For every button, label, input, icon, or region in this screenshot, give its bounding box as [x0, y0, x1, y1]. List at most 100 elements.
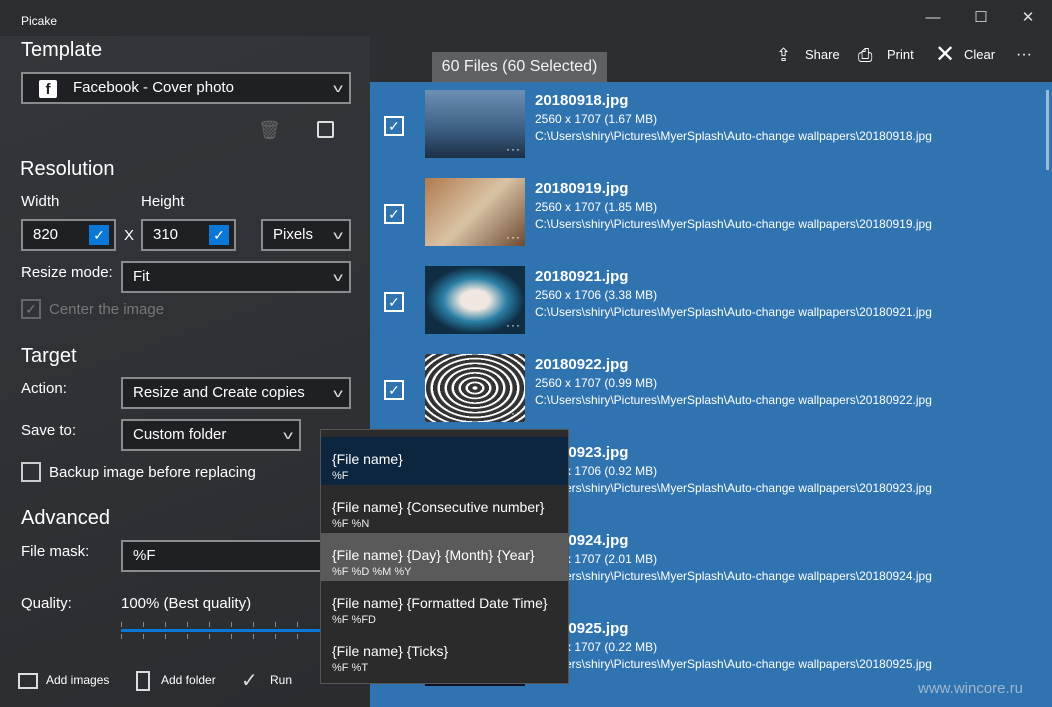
file-dimensions: 2560 x 1707 (0.99 MB) — [535, 376, 658, 390]
close-button[interactable]: ✕ — [1005, 6, 1051, 30]
file-list-item[interactable]: ✓ ··· 20180919.jpg 2560 x 1707 (1.85 MB)… — [370, 178, 1052, 266]
file-dimensions: 2560 x 1706 (3.38 MB) — [535, 288, 658, 302]
mask-code: %F — [332, 470, 349, 482]
title-bar — [0, 0, 1052, 36]
file-select-checkbox[interactable]: ✓ — [384, 116, 404, 136]
share-button[interactable]: Share — [805, 44, 840, 66]
file-name: 20180918.jpg — [535, 92, 629, 109]
chevron-down-icon: v — [333, 228, 343, 242]
delete-template-icon[interactable]: 🗑 — [258, 120, 281, 141]
resize-mode-value: Fit — [133, 268, 150, 285]
facebook-icon: f — [39, 80, 57, 98]
print-icon: ⎙ — [858, 45, 873, 65]
chevron-down-icon: v — [283, 428, 293, 442]
mask-menu-item[interactable]: {File name} {Formatted Date Time} %F %FD — [321, 581, 568, 629]
mask-title: {File name} — [332, 451, 403, 467]
scrollbar[interactable] — [1046, 90, 1049, 170]
save-to-label: Save to: — [21, 422, 77, 439]
file-select-checkbox[interactable]: ✓ — [384, 292, 404, 312]
template-dropdown[interactable]: f Facebook - Cover photo v — [21, 72, 351, 104]
more-icon[interactable]: ··· — [506, 318, 521, 332]
backup-label: Backup image before replacing — [49, 464, 256, 481]
width-label: Width — [21, 193, 60, 210]
mask-title: {File name} {Ticks} — [332, 643, 449, 659]
width-value: 820 — [33, 226, 59, 243]
file-mask-menu: {File name} %F {File name} {Consecutive nu… — [320, 429, 569, 684]
file-thumbnail: ··· — [425, 90, 525, 158]
target-heading: Target — [21, 345, 77, 367]
file-path: C:\Users\shiry\Pictures\MyerSplash\Auto-… — [535, 393, 932, 407]
more-icon[interactable]: ··· — [506, 230, 521, 244]
minimize-button[interactable]: — — [910, 6, 956, 30]
mask-menu-item[interactable]: {File name} {Consecutive number} %F %N — [321, 485, 568, 533]
clear-button[interactable]: Clear — [964, 44, 995, 66]
file-dimensions: 2560 x 1707 (1.67 MB) — [535, 112, 658, 126]
quality-value: 100% (Best quality) — [121, 595, 252, 612]
file-path: C:\Users\shiry\Pictures\MyerSplash\Auto-… — [535, 481, 932, 495]
share-icon: ⇪ — [776, 45, 792, 65]
by-label: X — [124, 227, 135, 244]
backup-checkbox[interactable] — [21, 462, 41, 482]
quality-label: Quality: — [21, 595, 72, 612]
add-images-icon — [18, 673, 38, 689]
mask-menu-item[interactable]: {File name} {Ticks} %F %T — [321, 629, 568, 677]
file-path: C:\Users\shiry\Pictures\MyerSplash\Auto-… — [535, 305, 932, 319]
mask-menu-item[interactable]: {File name} %F — [321, 437, 568, 485]
mask-code: %F %N — [332, 518, 370, 530]
action-label: Action: — [21, 380, 67, 397]
file-name: 20180919.jpg — [535, 180, 629, 197]
add-folder-button[interactable]: Add folder — [161, 673, 216, 687]
center-image-checkbox[interactable]: ✓ — [21, 299, 41, 319]
chevron-down-icon: v — [333, 81, 343, 95]
file-mask-input[interactable]: %F — [121, 540, 351, 572]
width-input[interactable]: 820 ✓ — [21, 219, 116, 251]
height-lock-checkbox[interactable]: ✓ — [209, 225, 229, 245]
file-mask-value: %F — [133, 547, 156, 564]
file-list-item[interactable]: ✓ ··· 20180921.jpg 2560 x 1706 (3.38 MB)… — [370, 266, 1052, 354]
resolution-heading: Resolution — [20, 158, 115, 180]
height-input[interactable]: 310 ✓ — [141, 219, 236, 251]
maximize-button[interactable]: ☐ — [958, 6, 1004, 30]
add-folder-icon — [136, 671, 150, 691]
file-dimensions: 2560 x 1707 (1.85 MB) — [535, 200, 658, 214]
file-thumbnail: ··· — [425, 266, 525, 334]
file-path: C:\Users\shiry\Pictures\MyerSplash\Auto-… — [535, 217, 932, 231]
chevron-down-icon: v — [333, 270, 343, 284]
file-thumbnail: ··· — [425, 354, 525, 422]
height-value: 310 — [153, 226, 179, 243]
more-button[interactable]: ··· — [1016, 44, 1032, 66]
file-thumbnail: ··· — [425, 178, 525, 246]
print-button[interactable]: Print — [887, 44, 914, 66]
mask-code: %F %T — [332, 662, 369, 674]
more-icon[interactable]: ··· — [506, 142, 521, 156]
file-name: 20180922.jpg — [535, 356, 629, 373]
run-icon: ✓ — [241, 670, 258, 692]
mask-menu-item[interactable]: {File name} {Day} {Month} {Year} %F %D %M… — [321, 533, 568, 581]
unit-dropdown[interactable]: Pixels v — [261, 219, 351, 251]
file-path: C:\Users\shiry\Pictures\MyerSplash\Auto-… — [535, 569, 932, 583]
more-icon[interactable]: ··· — [506, 406, 521, 420]
slider-ticks — [121, 622, 311, 639]
save-to-dropdown[interactable]: Custom folder v — [121, 419, 301, 451]
file-select-checkbox[interactable]: ✓ — [384, 380, 404, 400]
template-heading: Template — [21, 39, 103, 61]
file-name: 20180921.jpg — [535, 268, 629, 285]
center-image-label: Center the image — [49, 301, 165, 318]
width-lock-checkbox[interactable]: ✓ — [89, 225, 109, 245]
app-title: Picake — [21, 14, 58, 28]
run-button[interactable]: Run — [270, 673, 292, 687]
resize-mode-dropdown[interactable]: Fit v — [121, 261, 351, 293]
mask-title: {File name} {Consecutive number} — [332, 499, 545, 515]
file-path: C:\Users\shiry\Pictures\MyerSplash\Auto-… — [535, 657, 932, 671]
add-images-button[interactable]: Add images — [46, 673, 109, 687]
watermark: www.wincore.ru — [918, 680, 1024, 697]
clear-icon: ✕ — [935, 41, 956, 68]
height-label: Height — [141, 193, 185, 210]
action-dropdown[interactable]: Resize and Create copies v — [121, 377, 351, 409]
action-value: Resize and Create copies — [133, 384, 305, 401]
file-list-item[interactable]: ✓ ··· 20180918.jpg 2560 x 1707 (1.67 MB)… — [370, 90, 1052, 178]
save-template-icon[interactable] — [317, 121, 334, 138]
file-select-checkbox[interactable]: ✓ — [384, 204, 404, 224]
file-count-tab: 60 Files (60 Selected) — [432, 52, 607, 82]
advanced-heading: Advanced — [21, 507, 110, 529]
